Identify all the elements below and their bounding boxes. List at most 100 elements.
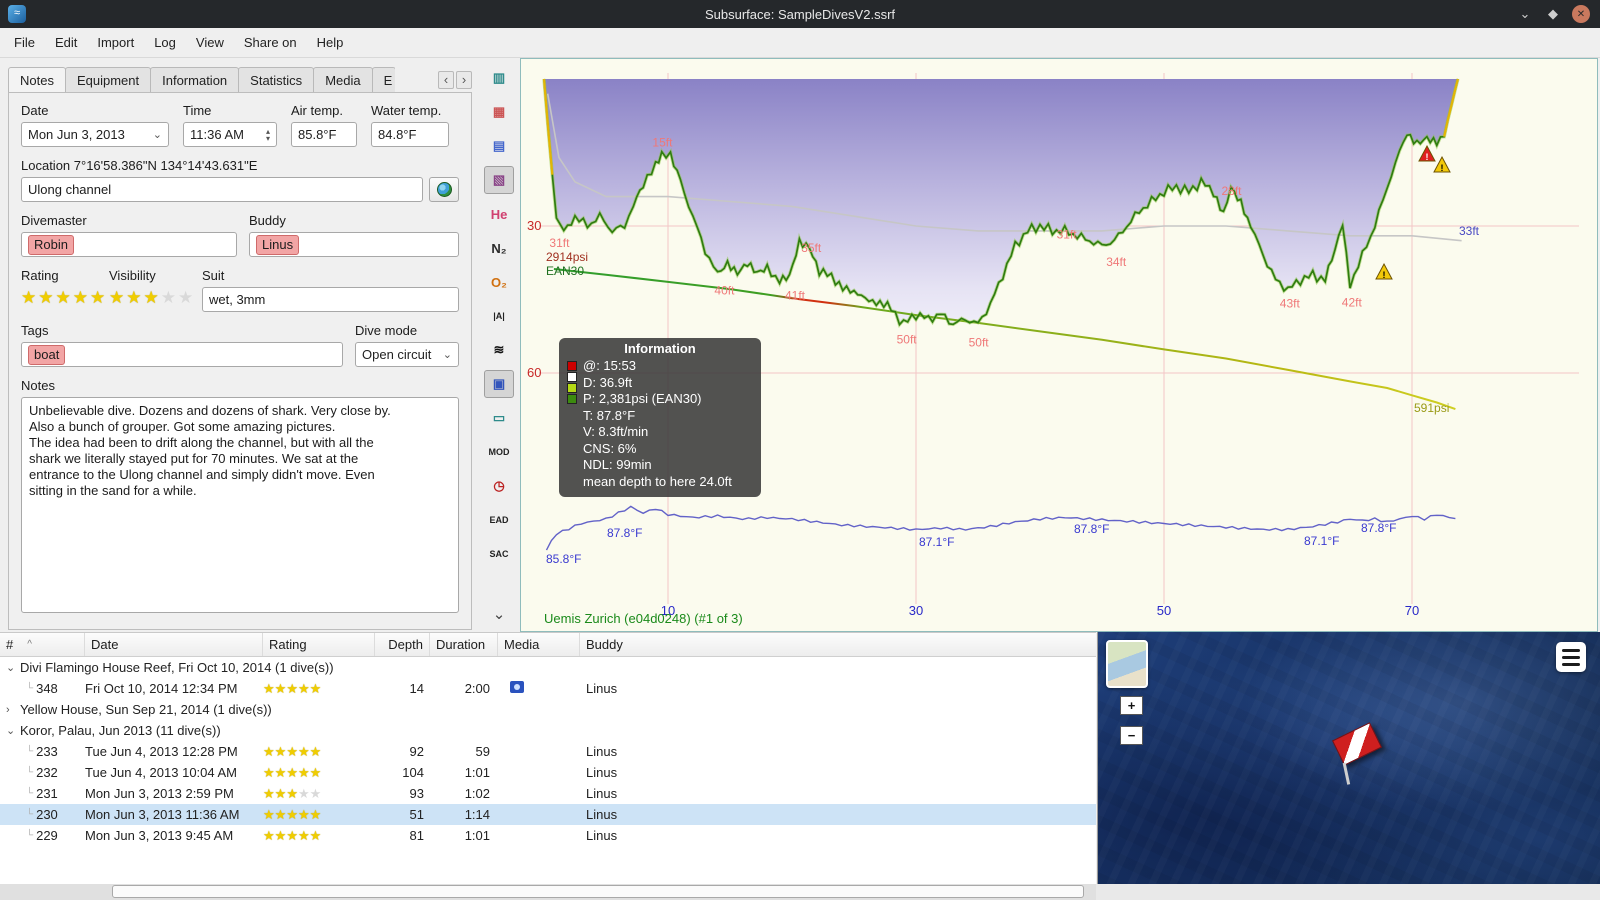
sac-icon[interactable]: SAC	[484, 540, 514, 568]
ead-icon[interactable]: EAD	[484, 506, 514, 534]
chevron-right-icon[interactable]: ›	[6, 704, 20, 716]
star-icon: ★	[309, 806, 322, 822]
menu-item-help[interactable]: Help	[307, 31, 354, 54]
dive-row[interactable]: └ 229 Mon Jun 3, 2013 9:45 AM ★★★★★ 81 1:01 Li…	[0, 825, 1096, 846]
star-icon: ★	[274, 743, 287, 759]
toolbar-scroll-down-icon[interactable]: ⌄	[484, 600, 514, 628]
column-header-duration[interactable]: Duration	[430, 633, 498, 656]
photo-icon[interactable]	[510, 681, 524, 693]
map-zoom-out-button[interactable]: −	[1120, 726, 1143, 745]
maximize-button[interactable]: ◆	[1544, 5, 1562, 23]
tab-scroll-right-button[interactable]: ›	[456, 71, 472, 89]
column-header-date[interactable]: Date	[85, 633, 263, 656]
air-temp-field[interactable]	[291, 122, 357, 147]
trip-row[interactable]: ⌄ Divi Flamingo House Reef, Fri Oct 10, 2…	[0, 657, 1096, 678]
tags-field[interactable]: boat	[21, 342, 343, 367]
photos-toggle-icon[interactable]: ▣	[484, 370, 514, 398]
divemaster-tag[interactable]: Robin	[28, 234, 74, 255]
deco-ndl-icon[interactable]: ◷	[484, 472, 514, 500]
trip-row[interactable]: › Yellow House, Sun Sep 21, 2014 (1 dive(…	[0, 699, 1096, 720]
calculated-ceiling-icon[interactable]: ▧	[484, 166, 514, 194]
divemaster-field[interactable]: Robin	[21, 232, 237, 257]
menu-item-file[interactable]: File	[4, 31, 45, 54]
nitrogen-graph-icon[interactable]: N₂	[484, 234, 514, 262]
star-icon: ★	[286, 680, 298, 696]
map-location-button[interactable]	[429, 177, 459, 202]
dive-mode-select[interactable]: Open circuit ⌄	[355, 342, 459, 367]
info-box-title: Information	[624, 341, 696, 356]
info-swatches	[567, 361, 577, 404]
minimize-button[interactable]: ⌄	[1516, 5, 1534, 23]
helium-graph-icon[interactable]: He	[484, 200, 514, 228]
star-icon: ★	[109, 288, 127, 307]
mod-icon[interactable]: MOD	[484, 438, 514, 466]
notes-textarea[interactable]: Unbelievable dive. Dozens and dozens of …	[21, 397, 459, 613]
menu-item-log[interactable]: Log	[144, 31, 186, 54]
map-panel[interactable]: + −	[1097, 632, 1600, 884]
map-zoom-in-button[interactable]: +	[1120, 696, 1143, 715]
svg-text:87.1°F: 87.1°F	[1304, 534, 1339, 548]
svg-text:50ft: 50ft	[969, 336, 990, 350]
oxygen-graph-icon[interactable]: O₂	[484, 268, 514, 296]
chevron-down-icon[interactable]: ⌄	[6, 724, 20, 737]
visibility-label: Visibility	[109, 268, 156, 283]
column-header-num[interactable]: # ^	[0, 633, 85, 656]
dive-date: Mon Jun 3, 2013 9:45 AM	[85, 828, 234, 843]
title-bar[interactable]: ≈ Subsurface: SampleDivesV2.ssrf ⌄ ◆ ✕	[0, 0, 1600, 28]
dive-row[interactable]: └ 232 Tue Jun 4, 2013 10:04 AM ★★★★★ 104 1:01…	[0, 762, 1096, 783]
air-density-icon[interactable]: |A|	[484, 302, 514, 330]
trip-row[interactable]: ⌄ Koror, Palau, Jun 2013 (11 dive(s))	[0, 720, 1096, 741]
mini-map-thumbnail[interactable]	[1106, 640, 1148, 688]
column-header-buddy[interactable]: Buddy	[580, 633, 1096, 656]
column-header-rating[interactable]: Rating	[263, 633, 375, 656]
heart-rate-icon[interactable]: ≋	[484, 336, 514, 364]
buddy-field[interactable]: Linus	[249, 232, 459, 257]
rating-stars[interactable]: ★★★★★	[21, 287, 109, 309]
info-line: P: 2,381psi (EAN30)	[583, 391, 702, 406]
svg-text:33ft: 33ft	[1459, 224, 1480, 238]
tag-chip[interactable]: boat	[28, 344, 66, 365]
pressure-graph-icon[interactable]: ▦	[484, 98, 514, 126]
dive-row[interactable]: └ 233 Tue Jun 4, 2013 12:28 PM ★★★★★ 92 59 Lin…	[0, 741, 1096, 762]
chevron-down-icon[interactable]: ⌄	[6, 661, 20, 674]
star-icon: ★	[286, 743, 298, 759]
suit-field[interactable]	[202, 287, 459, 312]
menu-item-view[interactable]: View	[186, 31, 234, 54]
star-icon: ★	[263, 806, 275, 822]
tab-information[interactable]: Information	[150, 67, 240, 92]
tab-scroll-left-button[interactable]: ‹	[438, 71, 454, 89]
column-header-media[interactable]: Media	[498, 633, 580, 656]
close-button[interactable]: ✕	[1572, 5, 1590, 23]
star-icon: ★	[274, 827, 287, 843]
buddy-tag[interactable]: Linus	[256, 234, 300, 255]
dive-computer-icon[interactable]: ▥	[484, 64, 514, 92]
ceiling-icon[interactable]: ▤	[484, 132, 514, 160]
dive-row[interactable]: └ 348 Fri Oct 10, 2014 12:34 PM ★★★★★ 14 2:00…	[0, 678, 1096, 699]
tab-media[interactable]: Media	[313, 67, 373, 92]
tree-branch-icon: └	[26, 767, 34, 778]
tab-equipment[interactable]: Equipment	[64, 67, 152, 92]
time-spinner[interactable]: 11:36 AM ▴ ▾	[183, 122, 277, 147]
horizontal-scrollbar[interactable]	[0, 884, 1096, 900]
water-temp-field[interactable]	[371, 122, 449, 147]
column-header-depth[interactable]: Depth	[375, 633, 430, 656]
scrollbar-thumb[interactable]	[112, 885, 1084, 898]
spin-down-icon[interactable]: ▾	[266, 134, 270, 142]
tab-e[interactable]: E	[371, 67, 395, 92]
tank-bar-icon[interactable]: ▭	[484, 404, 514, 432]
dive-row[interactable]: └ 231 Mon Jun 3, 2013 2:59 PM ★★★★★ 93 1:02 Li…	[0, 783, 1096, 804]
menu-item-import[interactable]: Import	[87, 31, 144, 54]
star-icon: ★	[126, 288, 144, 307]
svg-text:!: !	[1383, 270, 1386, 280]
tab-statistics[interactable]: Statistics	[238, 67, 315, 92]
visibility-stars[interactable]: ★★★★★	[109, 287, 202, 309]
dive-row[interactable]: └ 230 Mon Jun 3, 2013 11:36 AM ★★★★★ 51 1:14 L…	[0, 804, 1096, 825]
info-line: V: 8.3ft/min	[583, 424, 649, 439]
menu-item-share-on[interactable]: Share on	[234, 31, 307, 54]
date-select[interactable]: Mon Jun 3, 2013 ⌄	[21, 122, 169, 147]
tree-branch-icon: └	[26, 830, 34, 841]
map-menu-button[interactable]	[1556, 642, 1586, 672]
menu-item-edit[interactable]: Edit	[45, 31, 87, 54]
location-field[interactable]	[21, 177, 423, 202]
tab-notes[interactable]: Notes	[8, 67, 66, 92]
